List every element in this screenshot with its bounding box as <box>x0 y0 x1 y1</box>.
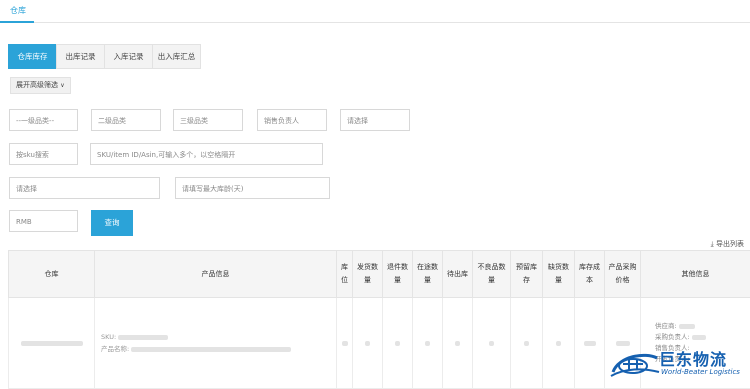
cell-defective <box>473 298 511 389</box>
tab-inbound-records[interactable]: 入库记录 <box>104 44 153 69</box>
col-header-shortage-qty: 缺货数量 <box>543 251 575 298</box>
max-stock-age-input[interactable]: 请填写最大库龄(天) <box>175 177 330 199</box>
cell-warehouse <box>9 298 95 389</box>
col-header-location: 库位 <box>337 251 353 298</box>
cell-returned <box>383 298 413 389</box>
top-divider <box>0 22 750 23</box>
tab-inventory[interactable]: 仓库库存 <box>8 44 57 69</box>
col-header-warehouse: 仓库 <box>9 251 95 298</box>
sku-search-type-select[interactable]: 按sku搜索 <box>9 143 78 165</box>
sku-input[interactable]: SKU/item ID/Asin,可输入多个，以空格隔开 <box>90 143 323 165</box>
col-header-shipped-qty: 发货数量 <box>353 251 383 298</box>
logo-company-name: 巨东物流 <box>659 346 727 370</box>
product-sku-label: SKU: <box>101 333 116 341</box>
export-icon: ⤓ <box>711 240 714 248</box>
cell-product-info: SKU: 产品名称: <box>95 298 337 389</box>
col-header-product-info: 产品信息 <box>95 251 337 298</box>
query-button[interactable]: 查询 <box>91 210 133 236</box>
advanced-filter-button[interactable]: 展开高级筛选 ∨ <box>10 77 71 94</box>
category3-select[interactable]: 三级品类 <box>173 109 243 131</box>
sales-owner-select[interactable]: 销售负责人 <box>257 109 327 131</box>
top-tab-indicator <box>0 21 34 23</box>
col-header-returned-qty: 退件数量 <box>383 251 413 298</box>
product-name-label: 产品名称: <box>101 345 129 353</box>
col-header-reserved-stock: 预留库存 <box>511 251 543 298</box>
select-field-1[interactable]: 请选择 <box>340 109 410 131</box>
category2-select[interactable]: 二级品类 <box>91 109 161 131</box>
export-label: 导出列表 <box>716 240 744 248</box>
company-logo: 巨东物流 World-Beater Logistics <box>609 346 744 382</box>
cell-stock-cost <box>575 298 605 389</box>
cell-location <box>337 298 353 389</box>
col-header-purchase-price: 产品采购价格 <box>605 251 641 298</box>
col-header-other-info: 其他信息 <box>641 251 750 298</box>
category1-select[interactable]: --一级品类-- <box>9 109 78 131</box>
purchase-owner-label: 采购负责人: <box>655 333 690 341</box>
cell-shortage <box>543 298 575 389</box>
col-header-stock-cost: 库存成本 <box>575 251 605 298</box>
select-field-2[interactable]: 请选择 <box>9 177 160 199</box>
cell-in-transit <box>413 298 443 389</box>
tab-inout-summary[interactable]: 出入库汇总 <box>152 44 201 69</box>
chevron-down-icon: ∨ <box>60 82 64 89</box>
cell-reserved <box>511 298 543 389</box>
tab-outbound-records[interactable]: 出库记录 <box>56 44 105 69</box>
cell-shipped <box>353 298 383 389</box>
col-header-pending-out: 待出库 <box>443 251 473 298</box>
subtab-bar: 仓库库存 出库记录 入库记录 出入库汇总 <box>8 44 200 69</box>
col-header-in-transit-qty: 在途数量 <box>413 251 443 298</box>
logo-emblem-icon <box>609 346 661 382</box>
currency-select[interactable]: RMB <box>9 210 78 232</box>
export-list-button[interactable]: ⤓ 导出列表 <box>711 239 744 249</box>
table-header-row: 仓库 产品信息 库位 发货数量 退件数量 在途数量 待出库 不良品数量 预留库存… <box>9 251 750 298</box>
cell-pending-out <box>443 298 473 389</box>
supplier-label: 供应商: <box>655 322 677 330</box>
tab-warehouse[interactable]: 仓库 <box>10 5 26 16</box>
logo-tagline: World-Beater Logistics <box>661 368 740 376</box>
advanced-filter-label: 展开高级筛选 <box>16 81 58 89</box>
col-header-defective-qty: 不良品数量 <box>473 251 511 298</box>
